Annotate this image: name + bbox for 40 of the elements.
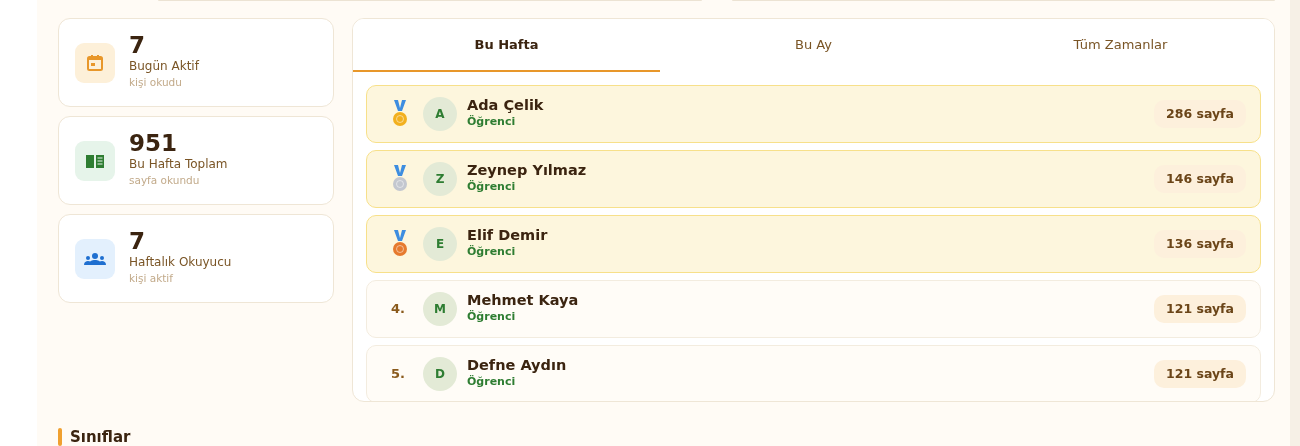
leaderboard-row[interactable]: Z Zeynep Yılmaz Öğrenci 146 sayfa: [366, 150, 1261, 208]
student-name: Ada Çelik: [467, 97, 544, 115]
leaderboard-row[interactable]: 4. M Mehmet Kaya Öğrenci 121 sayfa: [366, 280, 1261, 338]
page-count-badge: 121 sayfa: [1154, 294, 1246, 324]
avatar: E: [423, 227, 457, 261]
avatar: A: [423, 97, 457, 131]
stat-caption: kişi aktif: [129, 270, 174, 286]
tab[interactable]: Tüm Zamanlar: [967, 19, 1274, 72]
student-name: Defne Aydın: [467, 357, 567, 375]
stat-value: 7: [129, 230, 146, 254]
avatar: M: [423, 292, 457, 326]
leaderboard-row[interactable]: E Elif Demir Öğrenci 136 sayfa: [366, 215, 1261, 273]
leaderboard-row[interactable]: 5. D Defne Aydın Öğrenci 121 sayfa: [366, 345, 1261, 401]
student-role: Öğrenci: [467, 244, 517, 261]
stat-caption: kişi okudu: [129, 74, 183, 90]
section-title: Sınıflar: [70, 427, 131, 446]
rank-number: 5.: [391, 366, 405, 382]
student-name: Elif Demir: [467, 227, 548, 245]
student-name: Mehmet Kaya: [467, 292, 579, 310]
stat-caption: sayfa okundu: [129, 172, 201, 188]
student-role: Öğrenci: [467, 114, 517, 131]
stat-label: Haftalık Okuyucu: [129, 255, 232, 271]
page-count-badge: 286 sayfa: [1154, 99, 1246, 129]
accent-bar: [58, 428, 62, 446]
page-count-badge: 121 sayfa: [1154, 359, 1246, 389]
avatar: D: [423, 357, 457, 391]
stat-value: 7: [129, 34, 146, 58]
student-role: Öğrenci: [467, 179, 517, 196]
stat-label: Bugün Aktif: [129, 59, 199, 75]
student-role: Öğrenci: [467, 309, 517, 326]
stat-value: 951: [129, 132, 178, 156]
avatar: Z: [423, 162, 457, 196]
stat-label: Bu Hafta Toplam: [129, 157, 228, 173]
rank-number: 4.: [391, 301, 405, 317]
student-role: Öğrenci: [467, 374, 517, 391]
student-name: Zeynep Yılmaz: [467, 162, 587, 180]
leaderboard-row[interactable]: A Ada Çelik Öğrenci 286 sayfa: [366, 85, 1261, 143]
tab[interactable]: Bu Hafta: [353, 19, 660, 72]
page-count-badge: 136 sayfa: [1154, 229, 1246, 259]
page-count-badge: 146 sayfa: [1154, 164, 1246, 194]
